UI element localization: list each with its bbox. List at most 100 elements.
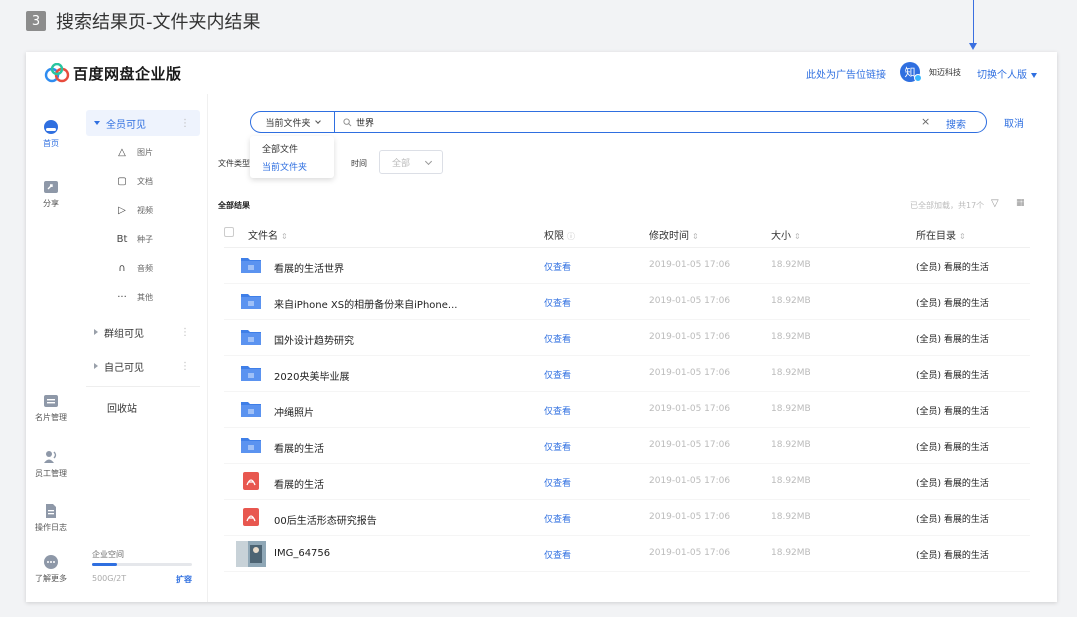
rail-item-more[interactable]: 了解更多 xyxy=(26,555,76,584)
file-name[interactable]: 看展的生活 xyxy=(274,440,324,455)
directory-path[interactable]: (全员) 看展的生活 xyxy=(916,512,989,525)
table-row[interactable]: 冲绳照片 仅查看 2019-01-05 17:06 18.92MB (全员) 看展的生活 xyxy=(224,392,1030,428)
nav-sub-images[interactable]: △ 图片 xyxy=(116,144,153,160)
scope-option-current[interactable]: 当前文件夹 xyxy=(262,160,307,173)
file-size: 18.92MB xyxy=(771,440,811,450)
directory-path[interactable]: (全员) 看展的生活 xyxy=(916,476,989,489)
baidu-netdisk-logo-icon xyxy=(44,63,70,83)
time-select[interactable]: 全部 xyxy=(379,150,443,174)
time-select-value: 全部 xyxy=(392,158,411,169)
search-scope-select[interactable]: 当前文件夹 xyxy=(251,112,335,132)
grid-view-icon[interactable]: ▦ xyxy=(1016,198,1025,208)
table-row[interactable]: 来自iPhone XS的相册备份来自iPhone... 仅查看 2019-01-05… xyxy=(224,284,1030,320)
rail-item-home[interactable]: 首页 xyxy=(26,120,76,149)
rail-item-logs[interactable]: 操作日志 xyxy=(26,504,76,533)
table-row[interactable]: IMG_64756 仅查看 2019-01-05 17:06 18.92MB (全员) … xyxy=(224,536,1030,572)
rail-item-staff[interactable]: 员工管理 xyxy=(26,450,76,479)
file-name[interactable]: 00后生活形态研究报告 xyxy=(274,512,377,527)
rail-label: 了解更多 xyxy=(35,574,67,583)
file-name[interactable]: 来自iPhone XS的相册备份来自iPhone... xyxy=(274,296,457,311)
document-icon: ▢ xyxy=(117,175,127,187)
clear-icon[interactable]: × xyxy=(921,115,930,128)
file-name[interactable]: 国外设计趋势研究 xyxy=(274,332,354,347)
modified-time: 2019-01-05 17:06 xyxy=(649,440,731,450)
permission-value: 仅查看 xyxy=(544,263,572,273)
column-label: 大小 xyxy=(771,231,791,242)
table-row[interactable]: 国外设计趋势研究 仅查看 2019-01-05 17:06 18.92MB (全员) 看… xyxy=(224,320,1030,356)
top-bar: 百度网盘企业版 此处为广告位链接 知 知迈科技 切换个人版 xyxy=(26,52,1057,94)
file-name[interactable]: 看展的生活 xyxy=(274,476,324,491)
more-vertical-icon[interactable]: ⋮ xyxy=(180,327,190,338)
rail-item-cards[interactable]: 名片管理 xyxy=(26,394,76,423)
main-content: 当前文件夹 × 搜索 取消 全部文件 当前文件夹 文件类型 时间 全部 全部结果… xyxy=(208,94,1057,602)
scope-option-all[interactable]: 全部文件 xyxy=(262,142,298,155)
nav-sub-audio[interactable]: ∩ 音频 xyxy=(116,260,153,276)
image-thumbnail-icon xyxy=(236,541,266,567)
image-icon: △ xyxy=(118,146,126,158)
more-vertical-icon[interactable]: ⋮ xyxy=(180,361,190,372)
column-header-modified[interactable]: 修改时间 ⇕ xyxy=(649,227,699,242)
rail-label: 员工管理 xyxy=(35,469,67,478)
file-size: 18.92MB xyxy=(771,404,811,414)
table-row[interactable]: 看展的生活世界 仅查看 2019-01-05 17:06 18.92MB (全员) 看展… xyxy=(224,248,1030,284)
directory-path[interactable]: (全员) 看展的生活 xyxy=(916,368,989,381)
help-icon[interactable]: ⓘ xyxy=(567,232,575,241)
annotation-pointer-line xyxy=(973,0,974,44)
pdf-icon xyxy=(243,472,259,490)
search-input[interactable] xyxy=(356,117,876,127)
file-size: 18.92MB xyxy=(771,296,811,306)
search-scope-label: 当前文件夹 xyxy=(265,118,311,129)
nav-sub-other[interactable]: ··· 其他 xyxy=(116,289,153,305)
permission-value: 仅查看 xyxy=(544,371,572,381)
column-header-size[interactable]: 大小 ⇕ xyxy=(771,227,801,242)
column-header-directory[interactable]: 所在目录 ⇕ xyxy=(916,227,966,242)
nav-sub-torrents[interactable]: Bt 种子 xyxy=(116,231,153,247)
directory-path[interactable]: (全员) 看展的生活 xyxy=(916,404,989,417)
table-row[interactable]: 看展的生活 仅查看 2019-01-05 17:06 18.92MB (全员) 看展的生… xyxy=(224,428,1030,464)
file-size: 18.92MB xyxy=(771,332,811,342)
table-row[interactable]: 2020央美毕业展 仅查看 2019-01-05 17:06 18.92MB (全员) … xyxy=(224,356,1030,392)
ad-link[interactable]: 此处为广告位链接 xyxy=(806,66,886,81)
file-name[interactable]: 2020央美毕业展 xyxy=(274,368,349,383)
nav-item-group[interactable]: 群组可见 ⋮ xyxy=(86,319,200,345)
left-rail: 首页 分享 名片管理 员工管理 操作日志 了解更多 xyxy=(26,94,76,602)
directory-path[interactable]: (全员) 看展的生活 xyxy=(916,548,989,561)
file-name[interactable]: IMG_64756 xyxy=(274,548,330,559)
modified-time: 2019-01-05 17:06 xyxy=(649,296,731,306)
column-header-name[interactable]: 文件名 ⇕ xyxy=(248,227,288,242)
file-name[interactable]: 看展的生活世界 xyxy=(274,260,344,275)
select-all-checkbox[interactable] xyxy=(224,227,234,237)
directory-path[interactable]: (全员) 看展的生活 xyxy=(916,296,989,309)
directory-path[interactable]: (全员) 看展的生活 xyxy=(916,260,989,273)
caret-down-icon xyxy=(94,121,100,125)
permission-value: 仅查看 xyxy=(544,479,572,489)
nav-sub-label: 视频 xyxy=(137,205,153,215)
cancel-button[interactable]: 取消 xyxy=(1004,115,1024,130)
directory-path[interactable]: (全员) 看展的生活 xyxy=(916,440,989,453)
nav-item-recycle[interactable]: 回收站 xyxy=(86,394,200,420)
table-row[interactable]: 看展的生活 仅查看 2019-01-05 17:06 18.92MB (全员) 看展的生… xyxy=(224,464,1030,500)
file-size: 18.92MB xyxy=(771,548,811,558)
filter-icon[interactable]: ▽ xyxy=(991,198,999,209)
nav-label: 全员可见 xyxy=(106,119,146,131)
card-icon xyxy=(44,395,58,407)
nav-sub-video[interactable]: ▷ 视频 xyxy=(116,202,153,218)
nav-item-self[interactable]: 自己可见 ⋮ xyxy=(86,353,200,379)
expand-storage-button[interactable]: 扩容 xyxy=(176,574,192,585)
permission-value: 仅查看 xyxy=(544,443,572,453)
table-row[interactable]: 00后生活形态研究报告 仅查看 2019-01-05 17:06 18.92MB (全员… xyxy=(224,500,1030,536)
directory-path[interactable]: (全员) 看展的生活 xyxy=(916,332,989,345)
more-vertical-icon[interactable]: ⋮ xyxy=(180,118,190,129)
caret-right-icon xyxy=(94,363,98,369)
modified-time: 2019-01-05 17:06 xyxy=(649,476,731,486)
rail-item-share[interactable]: 分享 xyxy=(26,180,76,209)
switch-personal-button[interactable]: 切换个人版 xyxy=(977,66,1037,81)
annotation-arrow-icon xyxy=(969,43,977,50)
chevron-down-icon xyxy=(314,117,321,124)
search-button[interactable]: 搜索 xyxy=(946,116,966,131)
file-name[interactable]: 冲绳照片 xyxy=(274,404,314,419)
cloud-icon xyxy=(44,120,58,134)
nav-sub-docs[interactable]: ▢ 文档 xyxy=(116,173,153,189)
nav-item-public[interactable]: 全员可见 ⋮ xyxy=(86,110,200,136)
nav-sub-label: 音频 xyxy=(137,263,153,273)
